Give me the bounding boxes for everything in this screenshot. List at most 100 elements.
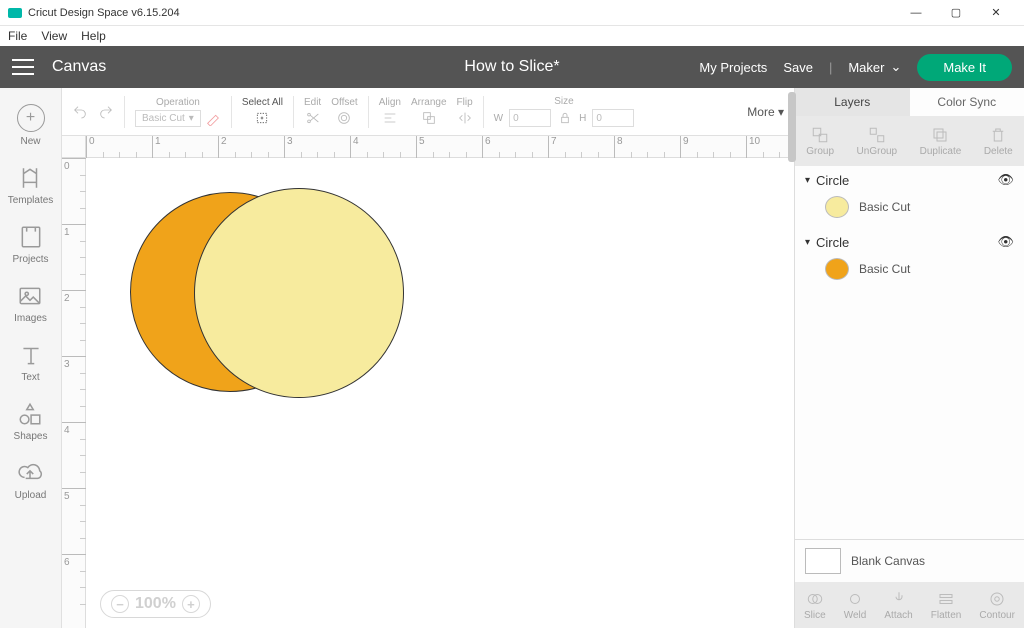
arrange-dropdown[interactable]: Arrange [411, 97, 447, 126]
projects-icon [18, 224, 44, 250]
topbar: Canvas How to Slice* My Projects Save | … [0, 46, 1024, 88]
weld-button[interactable]: Weld [844, 590, 867, 621]
upload-icon [17, 460, 43, 486]
right-panel-tabs: Layers Color Sync [795, 88, 1024, 116]
ruler-horizontal: 012345678910 [86, 136, 794, 158]
menu-view[interactable]: View [41, 29, 67, 43]
sidebar-item-upload[interactable]: Upload [15, 454, 47, 507]
slice-button[interactable]: Slice [804, 590, 826, 621]
sidebar-item-label: Templates [8, 195, 54, 206]
visibility-toggle-icon[interactable]: 👁 [997, 234, 1014, 250]
layer-action-bar: Group UnGroup Duplicate Delete [795, 116, 1024, 166]
flip-label: Flip [457, 97, 473, 108]
tab-color-sync[interactable]: Color Sync [910, 88, 1024, 116]
plus-icon: + [17, 104, 45, 132]
hamburger-menu-icon[interactable] [12, 59, 34, 75]
canvas-surface[interactable] [86, 158, 794, 628]
canvas-shape-circle[interactable] [194, 188, 404, 398]
width-input[interactable]: 0 [509, 109, 551, 127]
edit-toolbar: Operation Basic Cut▾ Select All Edit Of [62, 88, 794, 136]
sidebar-item-new[interactable]: + New [17, 98, 45, 153]
sidebar-item-label: New [20, 136, 40, 147]
operation-dropdown[interactable]: Basic Cut▾ [135, 110, 201, 127]
visibility-toggle-icon[interactable]: 👁 [997, 172, 1014, 188]
templates-icon [17, 165, 43, 191]
zoom-control[interactable]: − 100% + [100, 590, 211, 618]
ungroup-button[interactable]: UnGroup [857, 126, 898, 157]
color-swatch-icon[interactable] [205, 110, 221, 126]
height-input[interactable]: 0 [592, 109, 634, 127]
undo-button[interactable] [72, 104, 88, 120]
edit-label: Edit [304, 97, 321, 108]
layer-color-swatch[interactable] [825, 258, 849, 280]
weld-icon [846, 590, 864, 608]
bottom-action-bar: Slice Weld Attach Flatten Contour [795, 582, 1024, 628]
sidebar-item-projects[interactable]: Projects [12, 218, 48, 271]
sidebar-item-shapes[interactable]: Shapes [14, 395, 48, 448]
operation-label: Operation [156, 97, 200, 108]
offset-button[interactable]: Offset [331, 97, 358, 126]
layer-name: Circle [816, 235, 849, 250]
align-dropdown[interactable]: Align [379, 97, 401, 126]
zoom-in-button[interactable]: + [182, 595, 200, 613]
blank-canvas-swatch [805, 548, 841, 574]
select-all-icon [254, 110, 270, 126]
blank-canvas-row[interactable]: Blank Canvas [795, 539, 1024, 582]
lock-icon[interactable] [557, 110, 573, 126]
duplicate-icon [931, 126, 949, 144]
minimize-button[interactable]: — [896, 0, 936, 26]
my-projects-link[interactable]: My Projects [699, 60, 767, 75]
chevron-down-icon: ⌄ [890, 59, 901, 75]
make-it-button[interactable]: Make It [917, 54, 1012, 81]
layer-item[interactable]: ▾Circle👁Basic Cut [795, 166, 1024, 228]
duplicate-button[interactable]: Duplicate [920, 126, 962, 157]
menu-help[interactable]: Help [81, 29, 106, 43]
flatten-icon [937, 590, 955, 608]
sidebar-item-text[interactable]: Text [18, 336, 44, 389]
group-icon [811, 126, 829, 144]
delete-button[interactable]: Delete [984, 126, 1013, 157]
align-icon [382, 110, 398, 126]
center-pane: Operation Basic Cut▾ Select All Edit Of [62, 88, 794, 628]
save-link[interactable]: Save [783, 60, 813, 75]
select-all-label: Select All [242, 97, 283, 108]
shapes-icon [17, 401, 43, 427]
redo-button[interactable] [98, 104, 114, 120]
offset-icon [336, 110, 352, 126]
offset-label: Offset [331, 97, 358, 108]
size-group: Size W 0 H 0 [494, 96, 635, 127]
trash-icon [989, 126, 1007, 144]
attach-icon [890, 590, 908, 608]
machine-selector[interactable]: Maker ⌄ [848, 59, 901, 75]
maximize-button[interactable]: ▢ [936, 0, 976, 26]
group-button[interactable]: Group [806, 126, 834, 157]
edit-dropdown[interactable]: Edit [304, 97, 321, 126]
layer-name: Circle [816, 173, 849, 188]
redo-icon [98, 104, 114, 120]
scrollbar-thumb[interactable] [788, 92, 796, 162]
flatten-button[interactable]: Flatten [931, 590, 962, 621]
layer-color-swatch[interactable] [825, 196, 849, 218]
app-icon [8, 8, 22, 18]
sidebar-item-label: Images [14, 313, 47, 324]
images-icon [17, 283, 43, 309]
select-all-button[interactable]: Select All [242, 97, 283, 126]
menu-file[interactable]: File [8, 29, 27, 43]
sidebar-item-label: Upload [15, 490, 47, 501]
layer-operation: Basic Cut [859, 262, 910, 276]
close-button[interactable]: ✕ [976, 0, 1016, 26]
flip-icon [457, 110, 473, 126]
more-dropdown[interactable]: More ▾ [747, 105, 784, 119]
tab-layers[interactable]: Layers [795, 88, 910, 116]
sidebar-item-templates[interactable]: Templates [8, 159, 54, 212]
zoom-out-button[interactable]: − [111, 595, 129, 613]
flip-dropdown[interactable]: Flip [457, 97, 473, 126]
canvas-area[interactable]: 012345678910 0123456 − 100% + [62, 136, 794, 628]
contour-button[interactable]: Contour [979, 590, 1015, 621]
window-title: Cricut Design Space v6.15.204 [28, 7, 180, 19]
align-label: Align [379, 97, 401, 108]
divider: | [829, 60, 832, 75]
layer-item[interactable]: ▾Circle👁Basic Cut [795, 228, 1024, 290]
sidebar-item-images[interactable]: Images [14, 277, 47, 330]
attach-button[interactable]: Attach [884, 590, 912, 621]
